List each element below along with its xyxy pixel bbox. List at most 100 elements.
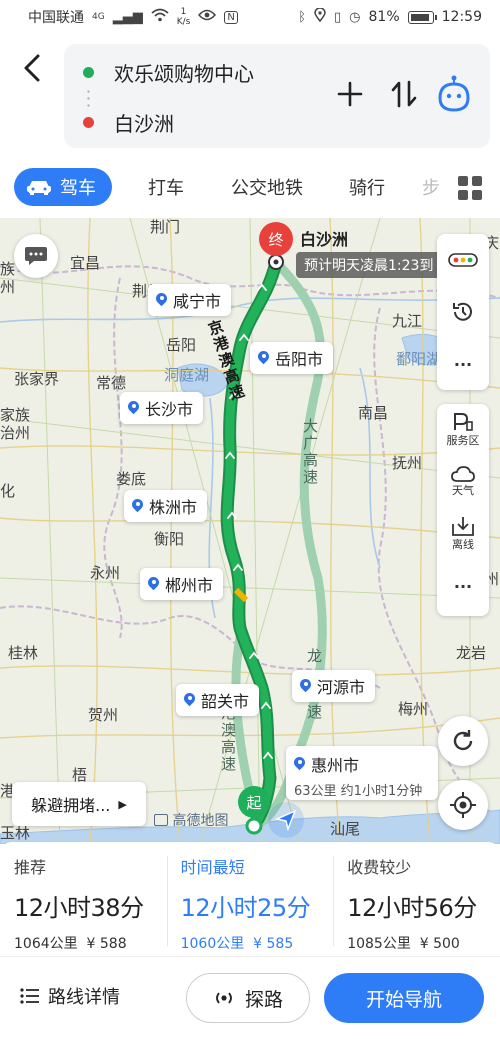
route-option-toll: ¥ 588 (86, 936, 127, 952)
swap-route-button[interactable] (386, 76, 422, 112)
location-pin-icon (128, 401, 139, 416)
eta-tooltip: 预计明天凌晨1:23到 (296, 252, 442, 278)
city-label: 化 (0, 482, 16, 500)
poi-label: 韶关市 (201, 692, 250, 711)
route-option-fastest[interactable]: 时间最短 12小时25分 1060公里 ¥ 585 (166, 842, 334, 956)
poi-city-heyuan[interactable]: 河源市 (292, 670, 376, 702)
tab-transit[interactable]: 公交地铁 (222, 168, 312, 206)
poi-city-zhuzhou[interactable]: 株洲市 (124, 490, 208, 522)
add-waypoint-button[interactable] (332, 76, 368, 112)
route-option-meta: 1060公里 ¥ 585 (181, 933, 334, 953)
city-label: 九江 (392, 312, 423, 330)
highway-label: 龙 (305, 648, 323, 665)
service-area-label: 服务区 (446, 434, 480, 447)
route-option-low-toll[interactable]: 收费较少 12小时56分 1085公里 ¥ 500 (333, 842, 500, 956)
city-label: 南昌 (358, 404, 389, 422)
start-marker-label: 起 (246, 793, 262, 812)
tab-drive-label: 驾车 (60, 178, 96, 199)
travel-mode-tabs: 驾车 打车 公交地铁 骑行 步 (0, 164, 500, 210)
map-view[interactable]: 荆门 宜昌 荆州 岳阳 洞庭湖 张家界 常德 九江 鄱阳湖 南昌 抚州 娄底 衡… (0, 218, 500, 844)
explore-label: 探路 (244, 988, 283, 1011)
location-pin-icon (300, 679, 311, 694)
route-option-meta: 1085公里 ¥ 500 (347, 933, 500, 953)
city-label: 汕尾 (330, 820, 361, 838)
end-marker[interactable]: 终 (259, 222, 293, 256)
map-tools-panel-top: ··· (437, 234, 489, 390)
locate-me-button[interactable] (438, 780, 488, 830)
eye-icon (198, 9, 217, 25)
poi-city-shaoguan[interactable]: 韶关市 (176, 684, 260, 716)
route-input-box: 欢乐颂购物中心 白沙洲 (64, 44, 490, 148)
offline-button[interactable]: 离线 (437, 508, 489, 560)
location-icon (314, 7, 326, 26)
more-tools-button[interactable]: ··· (437, 338, 489, 390)
more-modes-grid-icon[interactable] (458, 176, 482, 200)
start-navigation-button[interactable]: 开始导航 (324, 973, 484, 1023)
city-label: 衡阳 (154, 530, 185, 548)
bottom-action-bar: 路线详情 探路 开始导航 (0, 956, 500, 1039)
avoid-congestion-button[interactable]: 躲避拥堵... ▶ (12, 782, 146, 826)
location-pin-icon (294, 757, 305, 772)
route-option-toll: ¥ 500 (419, 936, 460, 952)
destination-field[interactable]: 白沙洲 (64, 102, 324, 142)
city-label: 张家界 (14, 370, 60, 388)
battery-icon (407, 10, 437, 24)
battery-percent: 81% (368, 9, 400, 25)
offline-label: 离线 (452, 538, 474, 551)
tab-drive[interactable]: 驾车 (14, 168, 112, 206)
route-details-button[interactable]: 路线详情 (20, 983, 120, 1009)
brand-mark-icon (154, 814, 168, 826)
nfc-icon: N (224, 10, 238, 24)
city-label: 抚州 (392, 454, 423, 472)
end-marker-label: 终 (268, 230, 284, 249)
origin-field[interactable]: 欢乐颂购物中心 (64, 52, 324, 92)
more-dots-icon: ··· (453, 354, 473, 374)
more-options-button[interactable]: ··· (437, 560, 489, 612)
location-pin-icon (148, 577, 159, 592)
refresh-route-button[interactable] (438, 716, 488, 766)
weather-button[interactable]: 天气 (437, 456, 489, 508)
brand-text: 高德地图 (172, 813, 229, 829)
poi-label: 河源市 (317, 678, 366, 697)
robot-assistant-icon (438, 75, 470, 112)
poi-city-chenzhou[interactable]: 郴州市 (140, 568, 224, 600)
carrier-label: 中国联通 (28, 10, 84, 26)
tab-bike[interactable]: 骑行 (342, 168, 392, 206)
report-button[interactable] (14, 234, 58, 278)
route-option-label: 推荐 (14, 858, 47, 877)
poi-city-xianning[interactable]: 咸宁市 (148, 284, 232, 316)
history-button[interactable] (437, 286, 489, 338)
traffic-toggle[interactable] (437, 234, 489, 286)
net-speed: 1 K/s (177, 7, 191, 27)
chat-bubble-icon (25, 247, 47, 265)
service-area-button[interactable]: 服务区 (437, 404, 489, 456)
refresh-icon (453, 730, 473, 751)
download-icon (452, 517, 474, 536)
city-label: 常德 (96, 374, 127, 392)
city-label: 龙岩 (456, 644, 487, 662)
traffic-light-icon (448, 253, 478, 267)
poi-city-changsha[interactable]: 长沙市 (120, 392, 204, 424)
map-brand-logo: 高德地图 (154, 810, 228, 830)
plus-icon (337, 81, 363, 107)
parking-icon (454, 413, 473, 431)
network-type: 4G (92, 12, 105, 22)
back-arrow-icon (24, 54, 40, 82)
start-marker[interactable]: 起 (238, 786, 270, 818)
bluetooth-icon: ᛒ (298, 9, 307, 25)
segment-info-card[interactable]: 惠州市 63公里 约1小时1分钟 (286, 746, 438, 800)
back-button[interactable] (14, 50, 50, 86)
signal-icon: ▂▄▆ (112, 9, 143, 25)
city-label: 宜昌 (70, 254, 101, 272)
location-pin-icon (132, 499, 143, 514)
tab-taxi[interactable]: 打车 (140, 168, 192, 206)
assistant-button[interactable] (434, 74, 474, 114)
play-triangle-icon: ▶ (118, 797, 127, 811)
explore-route-button[interactable]: 探路 (186, 973, 310, 1023)
alarm-icon: ◷ (349, 9, 361, 25)
tab-walk[interactable]: 步 (422, 168, 442, 206)
poi-city-yueyang[interactable]: 岳阳市 (250, 342, 334, 374)
map-tools-panel-bottom: 服务区 天气 离线 ··· (437, 404, 489, 616)
route-options: 推荐 12小时38分 1064公里 ¥ 588 时间最短 12小时25分 106… (0, 842, 500, 956)
route-option-recommended[interactable]: 推荐 12小时38分 1064公里 ¥ 588 (0, 842, 167, 956)
